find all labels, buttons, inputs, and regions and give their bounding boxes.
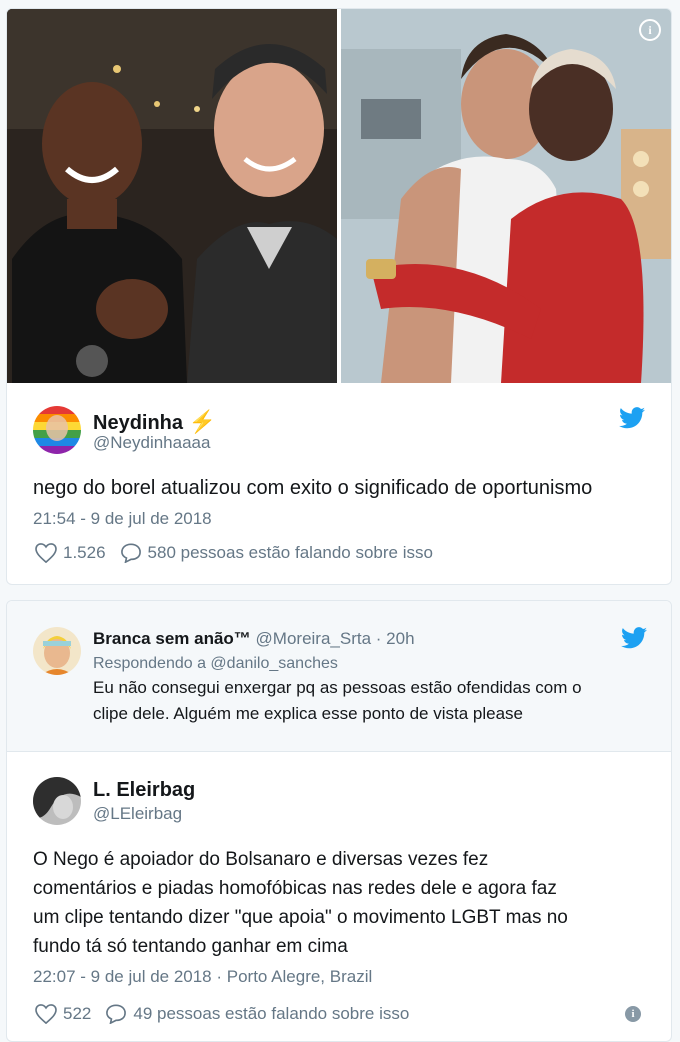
display-name-text: Neydinha	[93, 412, 184, 434]
twitter-bird-icon[interactable]	[619, 407, 645, 429]
tweet-card-eleirbag[interactable]: Branca sem anão™ @Moreira_Srta · 20h Res…	[6, 600, 672, 1042]
photo-left[interactable]	[7, 9, 337, 383]
tweet-text-line-1: O Nego é apoiador do Bolsanaro e diversa…	[33, 849, 489, 870]
avatar[interactable]	[33, 627, 81, 675]
quoted-text-line-1: Eu não consegui enxergar pq as pessoas e…	[93, 678, 582, 697]
tweet-text-line-4: fundo tá só tentando ganhar em cima	[33, 936, 348, 957]
reply-action[interactable]: 580 pessoas estão falando sobre isso	[120, 543, 433, 563]
heart-icon	[35, 1004, 57, 1024]
display-name[interactable]: Neydinha ⚡	[93, 409, 216, 435]
avatar[interactable]	[33, 777, 81, 825]
quoted-text-line-2: clipe dele. Alguém me explica esse ponto…	[93, 704, 523, 723]
info-icon[interactable]: i	[625, 1006, 641, 1022]
tweet-text-line-2: comentários e piadas homofóbicas nas red…	[33, 878, 557, 899]
lightning-emoji: ⚡	[188, 409, 216, 434]
comment-icon	[120, 543, 141, 563]
like-count: 1.526	[63, 543, 106, 562]
display-name[interactable]: L. Eleirbag	[93, 779, 195, 802]
quoted-name[interactable]: Branca sem anão™	[93, 629, 251, 648]
tweet-actions: 522 49 pessoas estão falando sobre isso	[35, 1004, 423, 1024]
quoted-reply[interactable]: Branca sem anão™ @Moreira_Srta · 20h Res…	[7, 601, 671, 752]
tweet-text-line-3: um clipe tentando dizer "que apoia" o mo…	[33, 907, 568, 928]
quoted-time[interactable]: · 20h	[376, 629, 415, 648]
avatar[interactable]	[33, 406, 81, 454]
photo-right[interactable]	[341, 9, 671, 383]
replying-to[interactable]: Respondendo a @danilo_sanches	[93, 655, 338, 673]
like-action[interactable]: 522	[35, 1004, 91, 1024]
tweet-text: nego do borel atualizou com exito o sign…	[33, 477, 593, 499]
conversation-count: 580 pessoas estão falando sobre isso	[147, 543, 433, 562]
reply-action[interactable]: 49 pessoas estão falando sobre isso	[105, 1004, 409, 1024]
comment-icon	[106, 1004, 127, 1024]
handle[interactable]: @LEleirbag	[93, 804, 182, 824]
conversation-count: 49 pessoas estão falando sobre isso	[133, 1004, 410, 1023]
like-action[interactable]: 1.526	[35, 543, 106, 563]
timestamp[interactable]: 21:54 - 9 de jul de 2018	[33, 509, 212, 529]
tweet-actions: 1.526 580 pessoas estão falando sobre is…	[35, 543, 447, 563]
info-icon[interactable]: i	[639, 19, 661, 41]
heart-icon	[35, 543, 57, 563]
quoted-header: Branca sem anão™ @Moreira_Srta · 20h	[93, 629, 415, 649]
twitter-bird-icon[interactable]	[621, 627, 647, 649]
like-count: 522	[63, 1004, 92, 1023]
tweet-media[interactable]: i	[7, 9, 671, 383]
quoted-handle[interactable]: @Moreira_Srta	[256, 629, 372, 648]
timestamp[interactable]: 22:07 - 9 de jul de 2018 · Porto Alegre,…	[33, 967, 372, 987]
tweet-card-neydinha[interactable]: i Neydinha ⚡ @Neydinhaaaa nego do borel …	[6, 8, 672, 585]
handle[interactable]: @Neydinhaaaa	[93, 433, 210, 453]
